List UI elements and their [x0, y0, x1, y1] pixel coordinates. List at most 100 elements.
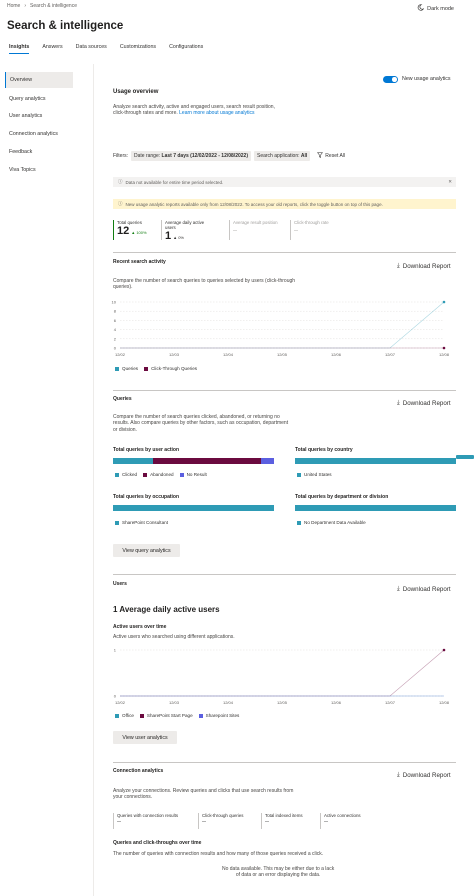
download-report-button[interactable]: ⤓ Download Report [397, 771, 451, 779]
legend-label: SharePoint Start Page [146, 713, 193, 718]
tab-customizations[interactable]: Customizations [120, 44, 156, 54]
queries-by-occupation-bar[interactable] [113, 505, 274, 511]
legend-item-sharepoint-sites[interactable]: Sharepoint Sites [198, 713, 240, 718]
x-tick-label: 12/05 [277, 352, 288, 357]
kpi-value: 12 [117, 225, 130, 237]
recent-activity-desc: Compare the number of search queries to … [113, 278, 296, 291]
tab-list: Insights Answers Data sources Customizat… [9, 44, 203, 54]
x-tick-label: 12/07 [385, 700, 396, 705]
x-tick-label: 12/04 [223, 700, 234, 705]
legend-item-no-department[interactable]: No Department Data Available [297, 520, 366, 525]
kpi-click-through-rate: Click-through rate -- [290, 220, 345, 240]
legend-item-no-result[interactable]: No Result [179, 472, 207, 477]
data-point[interactable] [442, 346, 446, 350]
users-title: Users [113, 581, 127, 587]
view-user-analytics-button[interactable]: View user analytics [113, 731, 177, 744]
nav-item-user-analytics[interactable]: User analytics [5, 108, 73, 124]
action-bar-segment[interactable] [153, 458, 261, 464]
download-icon: ⤓ [397, 399, 400, 406]
kpi-total-indexed-items: Total indexed items -- [261, 813, 303, 829]
action-bar-segment[interactable] [260, 458, 274, 464]
legend-item-queries[interactable]: Queries [115, 366, 138, 371]
action-bar-segment[interactable] [113, 458, 154, 464]
dark-mode-button[interactable]: Dark mode [417, 4, 454, 13]
download-icon: ⤓ [397, 771, 400, 778]
reset-all-label: Reset All [325, 153, 346, 159]
download-report-button[interactable]: ⤓ Download Report [397, 585, 451, 593]
active-users-over-time-title: Active users over time [113, 624, 167, 630]
queries-by-country-title: Total queries by country [295, 447, 353, 453]
legend-item-office[interactable]: Office [115, 713, 134, 718]
breadcrumb-home[interactable]: Home [7, 3, 20, 9]
legend-label: No Result [186, 472, 207, 477]
kpi-label: Average result position [233, 220, 278, 225]
download-report-button[interactable]: ⤓ Download Report [397, 262, 451, 270]
legend-label: Sharepoint Sites [205, 713, 240, 718]
legend-item-sharepoint-start-page[interactable]: SharePoint Start Page [139, 713, 193, 718]
tab-configurations[interactable]: Configurations [169, 44, 203, 54]
download-report-button[interactable]: ⤓ Download Report [397, 399, 451, 407]
kpi-value: -- [202, 819, 206, 825]
queries-by-department-bar[interactable] [295, 505, 456, 511]
x-tick-label: 12/05 [277, 700, 288, 705]
recent-activity-legend: Queries Click-Through Queries [115, 366, 197, 371]
filters-label: Filters: [113, 153, 128, 159]
search-application-key: Search application: [256, 153, 300, 159]
kpi-value: -- [265, 819, 269, 825]
reset-all-button[interactable]: Reset All [317, 152, 345, 160]
nav-item-connection-analytics[interactable]: Connection analytics [5, 126, 73, 142]
kpi-label: Active connections [324, 813, 361, 818]
y-tick-label: 10 [112, 300, 117, 305]
legend-item-clicked[interactable]: Clicked [115, 472, 137, 477]
search-application-filter[interactable]: Search application: All [253, 151, 311, 161]
legend-item-abandoned[interactable]: Abandoned [143, 472, 174, 477]
kpi-value: -- [294, 228, 298, 234]
queries-by-department-title: Total queries by department or division [295, 494, 389, 500]
view-query-analytics-button[interactable]: View query analytics [113, 544, 180, 557]
download-icon: ⤓ [397, 585, 400, 592]
tab-answers[interactable]: Answers [42, 44, 62, 54]
kpi-label: Total indexed items [265, 813, 303, 818]
download-icon: ⤓ [397, 262, 400, 269]
y-tick-label: 0 [114, 346, 117, 351]
kpi-label: Queries with connection results [117, 813, 179, 818]
legend-label: SharePoint Consultant [122, 520, 168, 525]
kpi-queries-with-connection-results: Queries with connection results -- [113, 813, 178, 829]
chart-scroll-handle[interactable] [456, 455, 474, 459]
section-divider [113, 762, 456, 763]
legend-item-united-states[interactable]: United States [297, 472, 332, 477]
kpi-delta: ▲ 100% [131, 230, 147, 235]
legend-item-sharepoint-consultant[interactable]: SharePoint Consultant [115, 520, 168, 525]
new-usage-analytics-toggle[interactable] [383, 76, 398, 83]
y-tick-label: 4 [114, 327, 117, 332]
y-tick-label: 0 [114, 694, 117, 699]
close-icon[interactable]: ✕ [448, 179, 452, 185]
nav-item-overview[interactable]: Overview [5, 72, 73, 88]
series-line [120, 649, 445, 697]
warning-message-bar: ⓘ New usage analytic reports available o… [113, 199, 456, 209]
users-headline: 1 Average daily active users [113, 605, 220, 614]
nav-item-viva-topics[interactable]: Viva Topics [5, 162, 73, 178]
legend-item-click-through[interactable]: Click-Through Queries [144, 366, 197, 371]
filter-bar: Filters: Date range: Last 7 days (12/02/… [113, 151, 345, 161]
no-data-line-2: of data or an error displaying the data. [235, 872, 321, 879]
recent-activity-title: Recent search activity [113, 259, 166, 265]
data-point[interactable] [442, 648, 446, 652]
nav-item-feedback[interactable]: Feedback [5, 144, 73, 160]
date-range-key: Date range: [134, 153, 161, 159]
data-point[interactable] [442, 300, 446, 304]
section-divider [113, 574, 456, 575]
toggle-label: New usage analytics [402, 76, 451, 82]
tab-insights[interactable]: Insights [9, 44, 30, 54]
date-range-filter[interactable]: Date range: Last 7 days (12/02/2022 - 12… [131, 151, 251, 161]
date-range-value: Last 7 days (12/02/2022 - 12/08/2022) [161, 153, 248, 159]
download-report-label: Download Report [402, 399, 451, 407]
nav-item-query-analytics[interactable]: Query analytics [5, 91, 73, 107]
tab-data-sources[interactable]: Data sources [76, 44, 107, 54]
learn-more-link[interactable]: Learn more about usage analytics [179, 110, 254, 116]
breadcrumb-current: Search & intelligence [30, 3, 77, 9]
action-legend: Clicked Abandoned No Result [115, 472, 207, 477]
queries-by-country-bar[interactable] [295, 458, 456, 464]
y-tick-label: 1 [114, 648, 117, 653]
info-icon: ⓘ [118, 179, 123, 184]
